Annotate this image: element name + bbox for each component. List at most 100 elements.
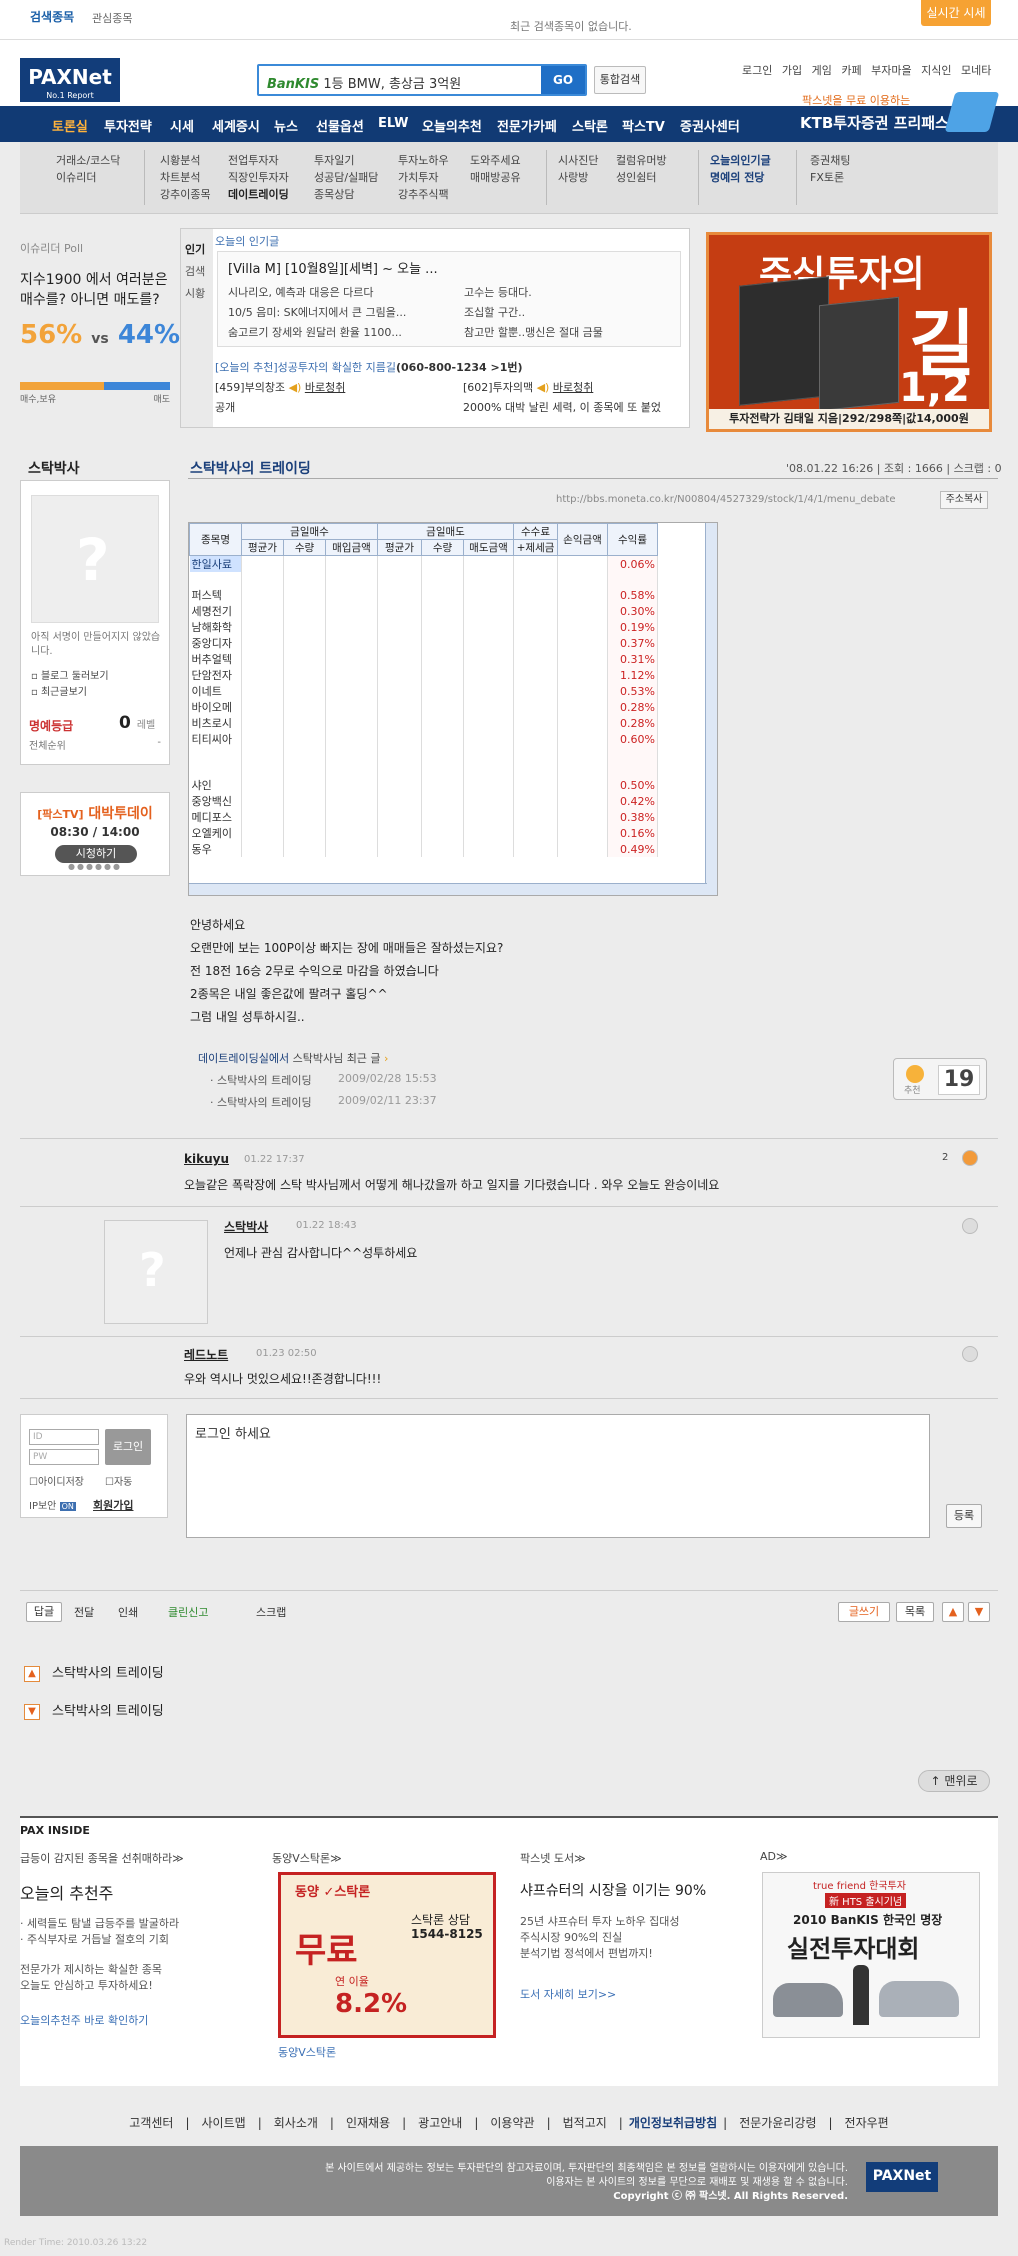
subnav-link[interactable]: 투자일기: [314, 152, 378, 169]
emoticon-icon[interactable]: [962, 1346, 978, 1362]
stockloan-ad[interactable]: 동양 ✓스탁론 스탁론 상담 1544-8125 무료 연 이율 8.2%: [278, 1872, 496, 2038]
reply-submit-button[interactable]: 등록: [946, 1504, 982, 1528]
nav-expert-cafe[interactable]: 전문가카페: [497, 116, 557, 135]
subnav-link[interactable]: FX토론: [810, 169, 850, 186]
hot-item[interactable]: 고수는 등대다.: [464, 284, 532, 300]
recent-post-item[interactable]: · 스탁박사의 트레이딩 2009/02/11 23:37: [198, 1094, 598, 1110]
nav-paxtv[interactable]: 팍스TV: [622, 116, 665, 135]
cafe-link[interactable]: 카페: [841, 64, 861, 77]
book-ad-banner[interactable]: 주식투자의 길 1,2 투자전략가 김태일 지음|292/298쪽|값14,00…: [706, 232, 992, 432]
col-link[interactable]: 동양V스탁론: [278, 2044, 336, 2060]
subnav-link[interactable]: 시사진단: [558, 152, 598, 169]
down-arrow-icon[interactable]: ▼: [968, 1602, 990, 1622]
footer-link[interactable]: 회사소개: [274, 2116, 318, 2130]
back-to-top-button[interactable]: ↑ 맨위로: [918, 1770, 990, 1792]
signup-link[interactable]: 가입: [782, 64, 802, 77]
save-id-checkbox[interactable]: ☐아이디저장: [29, 1473, 84, 1488]
nav-broker-center[interactable]: 증권사센터: [680, 116, 740, 135]
paxtv-banner[interactable]: [팍스TV] 대박투데이 08:30 / 14:00 시청하기 ●●●●●●: [20, 792, 170, 876]
reply-textarea[interactable]: 로그인 하세요: [186, 1414, 930, 1538]
subnav-link[interactable]: 사랑방: [558, 169, 598, 186]
col-header[interactable]: 팍스넷 도서≫: [520, 1850, 756, 1866]
watch-button[interactable]: 시청하기: [55, 845, 137, 863]
subnav-link[interactable]: 도와주세요: [470, 152, 521, 169]
hot-item[interactable]: 10/5 음미: SK에너지에서 큰 그림을...: [228, 304, 406, 320]
author-name[interactable]: 스탁박사: [28, 458, 80, 478]
col-title[interactable]: 샤프슈터의 시장을 이기는 90%: [520, 1880, 756, 1900]
search-go-button[interactable]: GO: [541, 66, 585, 94]
next-post-link[interactable]: ▼ 스탁박사의 트레이딩: [24, 1700, 164, 1720]
forward-link[interactable]: 전달: [74, 1604, 94, 1620]
tab-search-stocks[interactable]: 검색종목: [30, 8, 74, 25]
tab-search[interactable]: 검색: [185, 263, 205, 279]
ip-security[interactable]: IP보안 ON: [29, 1497, 76, 1512]
copy-url-button[interactable]: 주소복사: [940, 491, 988, 509]
recent-prefix[interactable]: 데이트레이딩실에서: [198, 1052, 289, 1065]
subnav-link[interactable]: 매매방공유: [470, 169, 521, 186]
audio-desc-2[interactable]: 2000% 대박 날린 세력, 이 종목에 또 붙었: [463, 399, 661, 415]
recent-posts-link[interactable]: ▫ 최근글보기: [31, 683, 87, 698]
emoticon-icon[interactable]: [962, 1150, 978, 1166]
nav-quotes[interactable]: 시세: [170, 116, 194, 135]
carousel-dots[interactable]: ●●●●●●: [21, 862, 169, 871]
today-recommend[interactable]: [오늘의 추천]성공투자의 확실한 지름길(060-800-1234 >1번): [215, 359, 523, 375]
tab-market[interactable]: 시황: [185, 285, 205, 301]
blog-link[interactable]: ▫ 블로그 둘러보기: [31, 667, 109, 682]
subnav-link[interactable]: 증권채팅: [810, 152, 850, 169]
footer-link[interactable]: 인재채용: [346, 2116, 390, 2130]
poll-question[interactable]: 지수1900 에서 여러분은 매수를? 아니면 매도를?: [20, 270, 170, 310]
footer-link[interactable]: 사이트맵: [202, 2116, 246, 2130]
paxnet-logo[interactable]: PAXNet No.1 Report: [20, 58, 120, 102]
vertical-scrollbar[interactable]: [705, 523, 717, 895]
hot-headline[interactable]: [Villa M] [10월8일][세벽] ~ 오늘 ...: [228, 258, 438, 277]
total-search-button[interactable]: 통합검색: [594, 66, 646, 94]
ktb-promo[interactable]: KTB투자증권 프리패스: [800, 112, 949, 133]
comment-nick[interactable]: 레드노트: [184, 1346, 228, 1363]
col-title[interactable]: 오늘의 추천주: [20, 1880, 256, 1904]
nav-world[interactable]: 세계증시: [212, 116, 260, 135]
recent-post-item[interactable]: · 스탁박사의 트레이딩 2009/02/28 15:53: [198, 1072, 598, 1088]
subnav-link[interactable]: 오늘의인기글: [710, 152, 771, 169]
recommend-button[interactable]: 추천 19: [893, 1058, 987, 1100]
nav-strategy[interactable]: 투자전략: [104, 116, 152, 135]
join-link[interactable]: 회원가입: [93, 1497, 133, 1513]
footer-link[interactable]: 전자우편: [845, 2116, 889, 2130]
tab-popular[interactable]: 인기: [185, 241, 205, 257]
footer-link[interactable]: 법적고지: [563, 2116, 607, 2130]
scrap-link[interactable]: 스크랩: [256, 1604, 286, 1620]
subnav-link[interactable]: 전업투자자: [228, 152, 289, 169]
subnav-link[interactable]: 컬럼유머방: [616, 152, 667, 169]
subnav-link[interactable]: 명예의 전당: [710, 169, 771, 186]
listen-link[interactable]: 바로청취: [305, 381, 345, 394]
nav-debate[interactable]: 토론실: [52, 116, 88, 135]
hot-item[interactable]: 시나리오, 예측과 대응은 다르다: [228, 284, 374, 300]
subnav-link[interactable]: 투자노하우: [398, 152, 449, 169]
footer-link[interactable]: 전문가윤리강령: [739, 2116, 816, 2130]
print-link[interactable]: 인쇄: [118, 1604, 138, 1620]
subnav-link[interactable]: 이슈리더: [56, 169, 120, 186]
login-link[interactable]: 로그인: [742, 64, 772, 77]
subnav-link[interactable]: 강추이종목: [160, 186, 211, 203]
list-button[interactable]: 목록: [896, 1602, 934, 1622]
subnav-link[interactable]: 성공담/실패담: [314, 169, 378, 186]
write-button[interactable]: 글쓰기: [838, 1602, 890, 1622]
footer-link[interactable]: 이용약관: [490, 2116, 534, 2130]
footer-link[interactable]: 개인정보취급방침: [629, 2116, 717, 2130]
comment-nick[interactable]: kikuyu: [184, 1152, 229, 1166]
knowledge-link[interactable]: 지식인: [921, 64, 951, 77]
col-link[interactable]: 오늘의추천주 바로 확인하기: [20, 2012, 256, 2028]
prev-post-link[interactable]: ▲ 스탁박사의 트레이딩: [24, 1662, 164, 1682]
tab-watchlist[interactable]: 관심종목: [92, 10, 132, 26]
realtime-quote-button[interactable]: 실시간 시세: [921, 0, 991, 26]
up-arrow-icon[interactable]: ▲: [942, 1602, 964, 1622]
nav-stockloan[interactable]: 스탁론: [572, 116, 608, 135]
pw-input[interactable]: PW: [29, 1449, 99, 1465]
report-link[interactable]: 클린신고: [168, 1604, 208, 1620]
moneta-link[interactable]: 모네타: [961, 64, 991, 77]
hot-item[interactable]: 참고만 할뿐..맹신은 절대 금물: [464, 324, 603, 340]
listen-link[interactable]: 바로청취: [553, 381, 593, 394]
footer-link[interactable]: 고객센터: [129, 2116, 173, 2130]
col-link[interactable]: 도서 자세히 보기>>: [520, 1986, 756, 2002]
subnav-link[interactable]: 직장인투자자: [228, 169, 289, 186]
id-input[interactable]: ID: [29, 1429, 99, 1445]
